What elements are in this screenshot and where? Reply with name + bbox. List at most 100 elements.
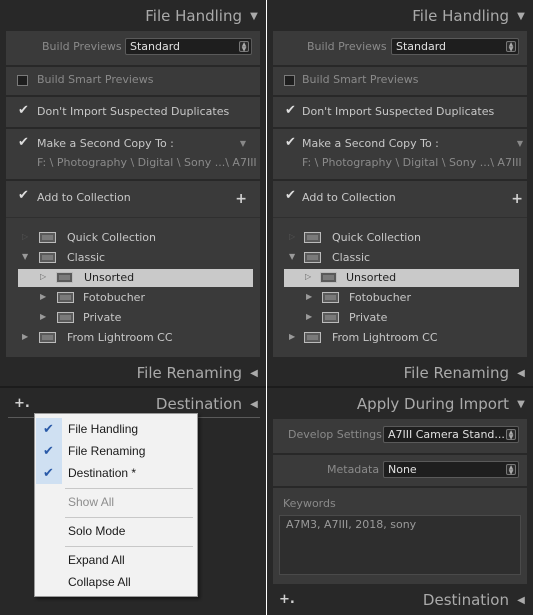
add-to-collection-checkbox[interactable]: ✔: [17, 188, 29, 203]
file-handling-header[interactable]: File Handling ▼: [0, 1, 266, 31]
menu-item-label: Destination *: [68, 466, 137, 480]
add-collection-plus-icon[interactable]: +: [511, 192, 523, 206]
add-to-collection-checkbox[interactable]: ✔: [284, 188, 296, 203]
tree-item-label: Unsorted: [84, 271, 135, 284]
second-copy-checkbox[interactable]: ✔: [17, 135, 29, 150]
tree-item-private[interactable]: ▶ Private: [6, 309, 260, 327]
build-previews-select[interactable]: Standard ▲ ▼: [125, 38, 252, 55]
expanded-triangle-icon[interactable]: ▼: [22, 252, 28, 261]
dont-import-duplicates-checkbox[interactable]: ✔: [17, 103, 29, 118]
tree-item-label: Classic: [67, 251, 106, 264]
expand-triangle-icon[interactable]: ◀: [515, 595, 527, 606]
tree-item-classic[interactable]: ▼ Classic: [273, 249, 527, 267]
menu-item-solo-mode[interactable]: Solo Mode: [35, 520, 197, 542]
apply-during-import-header[interactable]: Apply During Import ▼: [267, 389, 533, 419]
section-title: Destination: [155, 395, 242, 413]
expand-triangle-icon[interactable]: ◀: [248, 399, 260, 410]
menu-item-destination[interactable]: ✔ Destination *: [35, 462, 197, 484]
collection-set-icon: [304, 332, 321, 343]
second-copy-path[interactable]: F: \ Photography \ Digital \ Sony ...\ A…: [37, 156, 257, 169]
second-copy-path[interactable]: F: \ Photography \ Digital \ Sony ...\ A…: [302, 156, 522, 169]
collapse-triangle-icon[interactable]: ▼: [515, 399, 527, 410]
tree-item-fotobucher[interactable]: ▶ Fotobucher: [6, 289, 260, 307]
tree-item-classic[interactable]: ▼ Classic: [6, 249, 260, 267]
dropdown-arrow-icon[interactable]: ▼: [517, 139, 523, 148]
file-renaming-header[interactable]: File Renaming ◀: [267, 358, 533, 388]
tree-item-label: Quick Collection: [67, 231, 157, 244]
file-renaming-header[interactable]: File Renaming ◀: [0, 358, 266, 388]
tree-item-unsorted[interactable]: ▷ Unsorted: [284, 269, 519, 287]
expand-triangle-icon[interactable]: ◀: [515, 368, 527, 379]
develop-settings-select[interactable]: A7III Camera Stand... ▲ ▼: [383, 426, 519, 443]
collapse-triangle-icon[interactable]: ▼: [248, 11, 260, 22]
collapsed-triangle-icon[interactable]: ▶: [306, 312, 312, 321]
disclosure-icon: ▷: [289, 232, 296, 241]
collection-set-icon: [322, 292, 339, 303]
dont-import-duplicates-checkbox[interactable]: ✔: [284, 103, 296, 118]
menu-item-file-renaming[interactable]: ✔ File Renaming: [35, 440, 197, 462]
menu-item-file-handling[interactable]: ✔ File Handling: [35, 418, 197, 440]
expand-triangle-icon[interactable]: ◀: [248, 368, 260, 379]
develop-settings-value: A7III Camera Stand...: [388, 428, 505, 441]
divider: [6, 217, 260, 218]
second-copy-checkbox[interactable]: ✔: [284, 135, 296, 150]
collection-set-icon: [304, 252, 321, 263]
panel-options-plus-icon[interactable]: +.: [279, 593, 295, 606]
build-smart-previews-row: Build Smart Previews: [6, 67, 260, 95]
menu-item-label: Expand All: [68, 553, 125, 567]
keywords-input[interactable]: A7M3, A7III, 2018, sony: [279, 515, 521, 575]
expanded-triangle-icon[interactable]: ▼: [289, 252, 295, 261]
section-title: Destination: [422, 591, 509, 609]
tree-item-private[interactable]: ▶ Private: [273, 309, 527, 327]
menu-item-expand-all[interactable]: Expand All: [35, 549, 197, 571]
section-title: File Renaming: [136, 364, 242, 382]
add-to-collection-label: Add to Collection: [37, 191, 131, 204]
tree-item-from-lightroom-cc[interactable]: ▶ From Lightroom CC: [273, 329, 527, 347]
tree-item-fotobucher[interactable]: ▶ Fotobucher: [273, 289, 527, 307]
menu-separator: [65, 517, 193, 518]
keywords-value: A7M3, A7III, 2018, sony: [286, 518, 417, 531]
tree-item-quick-collection[interactable]: ▷ Quick Collection: [6, 229, 260, 247]
section-title: File Handling: [145, 7, 242, 25]
menu-item-collapse-all[interactable]: Collapse All: [35, 571, 197, 593]
second-copy-label: Make a Second Copy To :: [302, 137, 439, 150]
collapse-triangle-icon[interactable]: ▼: [515, 11, 527, 22]
build-previews-row: Build Previews Standard ▲ ▼: [273, 31, 527, 65]
tree-item-label: Classic: [332, 251, 371, 264]
add-collection-plus-icon[interactable]: +: [235, 192, 247, 206]
develop-settings-label: Develop Settings: [288, 428, 382, 441]
build-previews-row: Build Previews Standard ▲ ▼: [6, 31, 260, 65]
tree-item-quick-collection[interactable]: ▷ Quick Collection: [273, 229, 527, 247]
dropdown-arrow-icon[interactable]: ▼: [240, 139, 246, 148]
collapsed-triangle-icon[interactable]: ▶: [306, 292, 312, 301]
panel-options-plus-icon[interactable]: +.: [14, 397, 30, 410]
check-icon: ✔: [43, 465, 54, 480]
disclosure-icon: ▷: [40, 272, 47, 281]
build-smart-previews-checkbox[interactable]: [284, 75, 295, 86]
section-title: File Renaming: [403, 364, 509, 382]
file-handling-header[interactable]: File Handling ▼: [267, 1, 533, 31]
tree-item-unsorted[interactable]: ▷ Unsorted: [18, 269, 253, 287]
check-icon: ✔: [43, 443, 54, 458]
keywords-label: Keywords: [283, 497, 336, 510]
collapsed-triangle-icon[interactable]: ▶: [289, 332, 295, 341]
keywords-box: Keywords A7M3, A7III, 2018, sony: [273, 488, 527, 584]
tree-item-from-lightroom-cc[interactable]: ▶ From Lightroom CC: [6, 329, 260, 347]
collection-set-icon: [322, 312, 339, 323]
collapsed-triangle-icon[interactable]: ▶: [40, 312, 46, 321]
build-smart-previews-checkbox[interactable]: [17, 75, 28, 86]
collection-set-icon: [39, 252, 56, 263]
build-smart-previews-label: Build Smart Previews: [37, 73, 154, 86]
collection-icon: [320, 272, 337, 283]
metadata-select[interactable]: None ▲ ▼: [383, 461, 519, 478]
disclosure-icon: ▷: [305, 272, 312, 281]
dont-import-duplicates-label: Don't Import Suspected Duplicates: [302, 105, 495, 118]
collapsed-triangle-icon[interactable]: ▶: [40, 292, 46, 301]
collapsed-triangle-icon[interactable]: ▶: [22, 332, 28, 341]
menu-item-label: File Handling: [68, 422, 139, 436]
destination-header[interactable]: +. Destination ◀: [267, 585, 533, 615]
build-previews-select[interactable]: Standard ▲ ▼: [391, 38, 519, 55]
metadata-value: None: [388, 463, 417, 476]
collection-set-icon: [57, 292, 74, 303]
collection-set-icon: [57, 312, 74, 323]
